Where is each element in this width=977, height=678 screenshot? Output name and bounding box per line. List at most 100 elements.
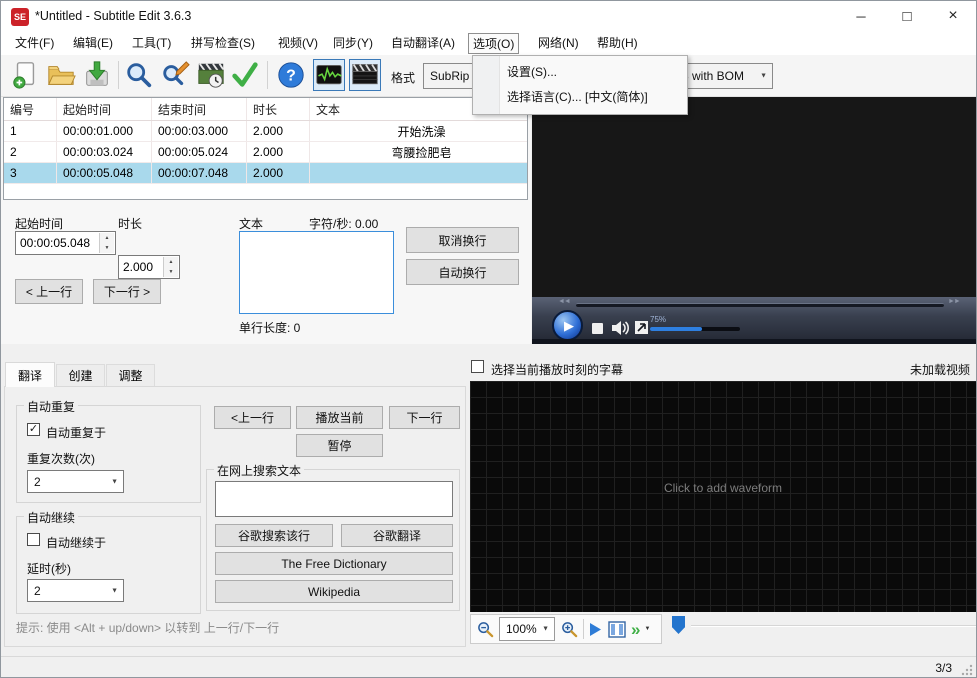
play-button[interactable]: ▶ [552, 310, 583, 341]
unbreak-button[interactable]: 取消换行 [406, 227, 519, 253]
maximize-button[interactable]: □ [887, 1, 927, 31]
web-search-input[interactable] [215, 481, 453, 517]
column-header-number[interactable]: 编号 [4, 98, 57, 120]
menu-network[interactable]: 网络(N) [534, 33, 583, 54]
resize-grip[interactable] [961, 664, 973, 676]
table-row[interactable]: 1 00:00:01.000 00:00:03.000 2.000 开始洗澡 [4, 121, 527, 142]
chevron-down-icon: ▼ [760, 72, 767, 80]
repeat-count-combobox[interactable]: 2 ▼ [27, 470, 124, 493]
column-header-duration[interactable]: 时长 [247, 98, 310, 120]
delay-combobox[interactable]: 2 ▼ [27, 579, 124, 602]
start-time-spinner[interactable]: 00:00:05.048 ▲ ▼ [15, 231, 116, 255]
google-translate-button[interactable]: 谷歌翻译 [341, 524, 453, 547]
play-current-button[interactable]: 播放当前 [296, 406, 383, 429]
tab-create[interactable]: 创建 [56, 364, 105, 387]
seek-back-icon[interactable]: ◄◄ [558, 298, 571, 305]
wikipedia-button[interactable]: Wikipedia [215, 580, 453, 603]
subtitle-text-input[interactable] [239, 231, 394, 314]
close-icon: × [948, 7, 958, 24]
video-toggle-button[interactable] [349, 59, 381, 91]
caret-down-icon[interactable]: ▼ [644, 626, 650, 632]
google-search-button[interactable]: 谷歌搜索该行 [215, 524, 333, 547]
window-title: *Untitled - Subtitle Edit 3.6.3 [35, 9, 192, 23]
minimize-icon: ─ [856, 8, 866, 24]
table-row[interactable]: 2 00:00:03.024 00:00:05.024 2.000 弯腰捡肥皂 [4, 142, 527, 163]
waveform-toggle-button[interactable] [313, 59, 345, 91]
menu-autotranslate[interactable]: 自动翻译(A) [387, 33, 459, 54]
volume-slider[interactable] [650, 327, 740, 331]
subtitle-list: 编号 起始时间 结束时间 时长 文本 1 00:00:01.000 00:00:… [3, 97, 528, 200]
select-current-subtitle-checkbox[interactable] [471, 360, 484, 373]
fast-forward-icon[interactable]: » [631, 621, 640, 638]
table-row-selected[interactable]: 3 00:00:05.048 00:00:07.048 2.000 [4, 163, 527, 184]
previous-line-button[interactable]: < 上一行 [15, 279, 83, 304]
waveform-area[interactable]: Click to add waveform [470, 381, 976, 612]
menu-sync[interactable]: 同步(Y) [329, 33, 377, 54]
duration-spinner[interactable]: 2.000 ▲ ▼ [118, 255, 180, 279]
menu-edit[interactable]: 编辑(E) [69, 33, 117, 54]
translate-previous-line-button[interactable]: <上一行 [214, 406, 291, 429]
visual-sync-button[interactable] [195, 59, 227, 91]
new-file-button[interactable] [9, 59, 41, 91]
zoom-out-icon[interactable] [477, 621, 494, 638]
save-button[interactable] [81, 59, 113, 91]
fullscreen-icon[interactable] [634, 320, 649, 335]
spinner-buttons[interactable]: ▲ ▼ [99, 233, 114, 253]
column-header-end[interactable]: 结束时间 [152, 98, 247, 120]
cell-number: 3 [4, 163, 57, 183]
spell-check-button[interactable] [229, 59, 261, 91]
minimize-button[interactable]: ─ [841, 1, 881, 31]
auto-repeat-checkbox[interactable]: ✓ [27, 423, 40, 436]
stop-button[interactable] [592, 323, 603, 334]
select-current-subtitle-label: 选择当前播放时刻的字幕 [491, 363, 624, 377]
video-player[interactable]: ◄◄ ►► ▶ 75% [532, 97, 976, 344]
auto-continue-checkbox[interactable] [27, 533, 40, 546]
replace-button[interactable] [159, 59, 191, 91]
translate-next-line-button[interactable]: 下一行 [389, 406, 460, 429]
menu-item-settings[interactable]: 设置(S)... [507, 60, 557, 84]
volume-fill [650, 327, 703, 331]
columns-view-icon[interactable] [608, 620, 626, 638]
spinner-buttons[interactable]: ▲ ▼ [163, 257, 178, 277]
waveform-zoom-combobox[interactable]: 100% ▼ [499, 617, 555, 641]
autobreak-button[interactable]: 自动换行 [406, 259, 519, 285]
column-header-start[interactable]: 起始时间 [57, 98, 152, 120]
tab-adjust[interactable]: 调整 [106, 364, 155, 387]
seek-bar[interactable] [576, 303, 944, 307]
next-line-button[interactable]: 下一行 > [93, 279, 161, 304]
zoom-in-icon[interactable] [561, 621, 578, 638]
free-dictionary-button[interactable]: The Free Dictionary [215, 552, 453, 575]
cell-end: 00:00:07.048 [152, 163, 247, 183]
menu-help[interactable]: 帮助(H) [593, 33, 642, 54]
menu-video[interactable]: 视频(V) [274, 33, 322, 54]
new-file-icon [13, 62, 35, 89]
open-file-button[interactable] [45, 59, 77, 91]
spin-up-icon: ▲ [164, 257, 178, 267]
cell-start: 00:00:01.000 [57, 121, 152, 141]
delay-label: 延时(秒) [27, 562, 71, 576]
cell-start: 00:00:05.048 [57, 163, 152, 183]
toolbar-separator [267, 61, 268, 89]
menu-spellcheck[interactable]: 拼写检查(S) [187, 33, 259, 54]
pause-button[interactable]: 暂停 [296, 434, 383, 457]
close-button[interactable]: × [933, 1, 973, 31]
seek-forward-icon[interactable]: ►► [948, 298, 961, 305]
menu-tools[interactable]: 工具(T) [128, 33, 175, 54]
waveform-play-icon[interactable] [589, 622, 602, 637]
find-button[interactable] [123, 59, 155, 91]
start-time-value: 00:00:05.048 [20, 236, 91, 250]
clapperboard-icon [352, 64, 378, 85]
save-icon [86, 61, 108, 86]
subtitle-panel: 编号 起始时间 结束时间 时长 文本 1 00:00:01.000 00:00:… [1, 97, 531, 344]
help-button[interactable]: ? [275, 59, 307, 91]
menu-item-choose-language[interactable]: 选择语言(C)... [中文(简体)] [507, 85, 648, 109]
menu-file[interactable]: 文件(F) [11, 33, 58, 54]
tab-translate[interactable]: 翻译 [5, 362, 55, 387]
menu-options[interactable]: 选项(O) [468, 33, 520, 54]
menu-icon-gutter [473, 56, 500, 114]
volume-icon[interactable] [610, 319, 630, 337]
web-search-group: 在网上搜索文本 谷歌搜索该行 谷歌翻译 The Free Dictionary … [206, 462, 460, 611]
waveform-position-slider-thumb[interactable] [672, 616, 685, 634]
toolbar-separator [118, 61, 119, 89]
waveform-position-slider[interactable] [691, 625, 976, 627]
